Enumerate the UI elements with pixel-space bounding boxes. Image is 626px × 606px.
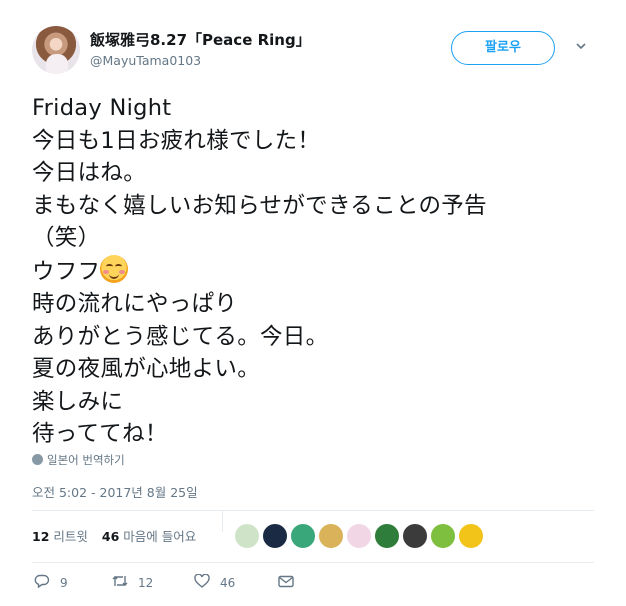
tweet-line: 時の流れにやっぱり (32, 291, 238, 317)
tweet-line: （笑） (32, 225, 101, 251)
smiling-face-icon (100, 254, 129, 283)
liker-avatar[interactable] (402, 523, 428, 549)
envelope-icon (276, 574, 296, 592)
tweet-line: Friday Night (32, 95, 172, 121)
reply-button[interactable]: 9 (32, 574, 68, 592)
follow-button[interactable]: 팔로우 (451, 31, 555, 65)
liker-avatar[interactable] (458, 523, 484, 549)
retweet-stat[interactable]: 12 리트윗 (32, 529, 88, 544)
stats-divider (222, 510, 223, 532)
tweet-line: ウフフ (32, 258, 101, 285)
tweet-text: Friday Night 今日も1日お疲れ様でした！ 今日はね。 まもなく嬉しい… (32, 92, 602, 451)
message-button[interactable] (276, 574, 296, 592)
tweet-line: まもなく嬉しいお知らせができることの予告 (32, 192, 487, 219)
like-stat[interactable]: 46 마음에 들어요 (102, 529, 196, 544)
liker-avatar[interactable] (262, 523, 288, 549)
retweet-button[interactable]: 12 (110, 574, 153, 592)
retweet-stat-count: 12 (32, 529, 50, 544)
tweet-line: 今日はね。 (32, 160, 147, 186)
tweet-line: 夏の夜風が心地よい。 (32, 356, 261, 382)
liker-avatar[interactable] (346, 523, 372, 549)
globe-icon (32, 454, 43, 465)
tweet-stats: 12 리트윗 46 마음에 들어요 (32, 526, 196, 545)
like-stat-label: 마음에 들어요 (123, 529, 197, 544)
liker-avatar[interactable] (430, 523, 456, 549)
like-count: 46 (220, 576, 236, 590)
liker-avatar[interactable] (234, 523, 260, 549)
tweet-line-with-emoji: ウフフ (32, 254, 602, 289)
timestamp[interactable]: 오전 5:02 - 2017년 8월 25일 (32, 482, 198, 501)
retweet-stat-label: 리트윗 (53, 529, 88, 544)
like-stat-count: 46 (101, 529, 120, 544)
tweet-header: 飯塚雅弓8.27「Peace Ring」 @MayuTama0103 팔로우 (32, 26, 606, 76)
like-button[interactable]: 46 (192, 573, 236, 592)
author-display-name[interactable]: 飯塚雅弓8.27「Peace Ring」 (90, 29, 311, 50)
tweet-line: 楽しみに (32, 388, 124, 415)
retweet-icon (110, 574, 130, 592)
tweet-line: 今日も1日お疲れ様でした！ (32, 127, 321, 154)
tweet-line: 待っててね！ (32, 421, 168, 447)
liker-avatar[interactable] (290, 523, 316, 549)
tweet-line: ありがとう感じてる。今日。 (32, 323, 329, 350)
retweet-count: 12 (138, 576, 154, 590)
liker-avatar[interactable] (318, 523, 344, 549)
reply-count: 9 (60, 576, 68, 590)
reply-icon (32, 574, 52, 592)
heart-icon (192, 573, 212, 592)
translate-label: 일본어 번역하기 (47, 453, 125, 467)
liker-avatar[interactable] (374, 523, 400, 549)
author-handle[interactable]: @MayuTama0103 (90, 53, 201, 68)
translate-link[interactable]: 일본어 번역하기 (32, 452, 125, 468)
chevron-down-icon[interactable] (575, 40, 589, 54)
divider (32, 562, 594, 563)
avatar[interactable] (32, 26, 80, 74)
divider (32, 510, 594, 511)
